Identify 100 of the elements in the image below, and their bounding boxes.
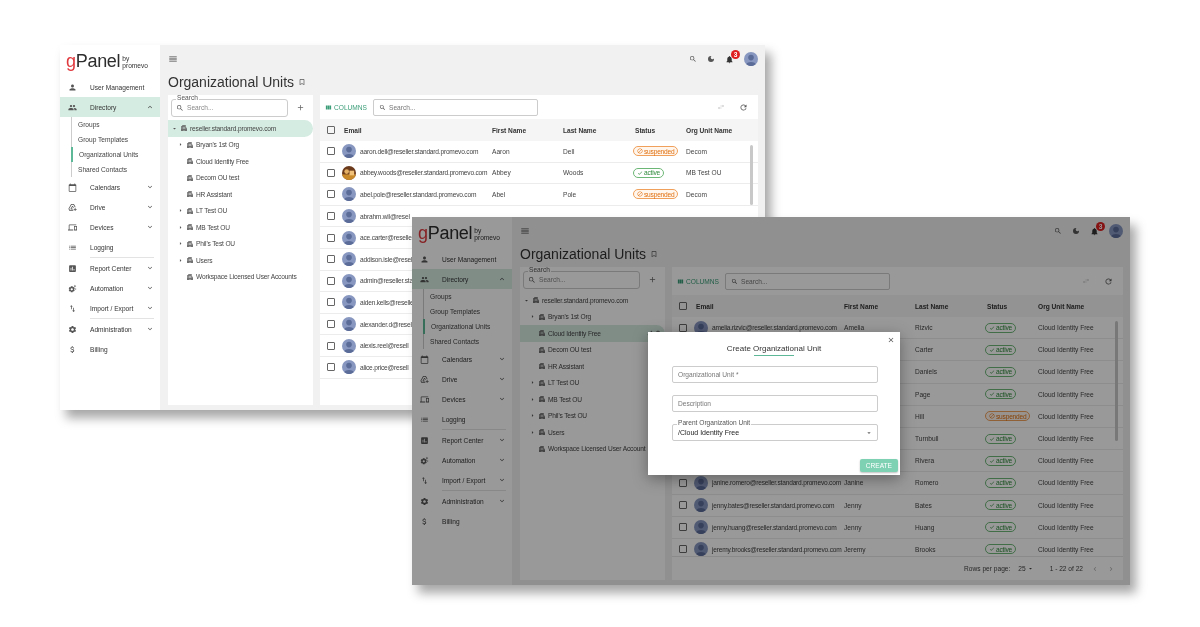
- people-icon: [68, 102, 77, 112]
- chevron-icon[interactable]: [146, 284, 154, 292]
- checkbox[interactable]: [327, 168, 335, 177]
- refresh-icon[interactable]: [739, 102, 748, 112]
- checkbox[interactable]: [679, 545, 687, 554]
- add-icon[interactable]: [296, 103, 305, 112]
- building-icon: [186, 256, 194, 265]
- chevron-icon[interactable]: [146, 264, 154, 272]
- checkbox[interactable]: [327, 320, 335, 329]
- building-icon: [538, 395, 546, 404]
- search-icon: [528, 275, 536, 284]
- building-icon: [186, 140, 194, 149]
- dialog-title: Create Organizational Unit: [726, 344, 823, 353]
- avatar: [744, 52, 758, 66]
- gear-icon: [68, 324, 77, 334]
- checkbox[interactable]: [327, 341, 335, 350]
- chevron-icon[interactable]: [498, 395, 506, 403]
- chevron-icon[interactable]: [146, 183, 154, 191]
- chevron-icon[interactable]: [498, 456, 506, 464]
- avatar: [1109, 224, 1123, 238]
- checkbox[interactable]: [679, 478, 687, 487]
- gear-icon: [420, 455, 429, 465]
- scrollbar[interactable]: [1115, 321, 1118, 441]
- chevron-icon[interactable]: [146, 223, 154, 231]
- checkbox[interactable]: [327, 276, 335, 285]
- checkbox[interactable]: [327, 190, 335, 199]
- chevron-icon[interactable]: [498, 476, 506, 484]
- building-icon: [538, 411, 546, 420]
- building-icon: [186, 206, 194, 215]
- person-icon: [68, 82, 77, 92]
- logo: gPanel: [66, 52, 121, 70]
- building-icon: [538, 378, 546, 387]
- building-icon: [186, 173, 194, 182]
- columns-icon: [325, 103, 332, 111]
- add-icon[interactable]: [648, 275, 657, 284]
- moon-icon[interactable]: [1072, 227, 1080, 235]
- building-icon: [186, 223, 194, 232]
- checkbox[interactable]: [327, 363, 335, 372]
- building-icon: [532, 296, 540, 305]
- search-icon[interactable]: [689, 55, 697, 63]
- calendar-icon: [68, 182, 77, 192]
- scrollbar[interactable]: [750, 145, 753, 205]
- building-icon: [538, 312, 546, 321]
- building-icon: [180, 124, 188, 133]
- chart-icon: [420, 435, 429, 445]
- search-icon: [379, 103, 386, 111]
- gear-icon: [68, 283, 77, 293]
- chevron-icon[interactable]: [498, 436, 506, 444]
- checkbox[interactable]: [327, 126, 335, 134]
- checkbox[interactable]: [327, 212, 335, 221]
- chevron-icon[interactable]: [498, 375, 506, 383]
- gear-icon: [420, 496, 429, 506]
- bell-icon[interactable]: [1090, 226, 1099, 236]
- chart-icon: [68, 263, 77, 273]
- checkbox[interactable]: [327, 147, 335, 156]
- drive-icon: [420, 374, 429, 384]
- chevron-icon[interactable]: [498, 355, 506, 363]
- dollar-icon: [68, 344, 77, 354]
- refresh-icon[interactable]: [1104, 276, 1113, 286]
- building-icon: [538, 428, 546, 437]
- arrows-icon: [68, 303, 77, 313]
- logo: gPanel: [418, 224, 473, 242]
- checkbox[interactable]: [327, 255, 335, 264]
- close-button[interactable]: [887, 336, 895, 344]
- building-icon: [538, 345, 546, 354]
- people-icon: [420, 274, 429, 284]
- page-title: Organizational Units: [168, 73, 295, 90]
- columns-icon: [677, 277, 684, 285]
- devices-icon: [420, 394, 429, 404]
- person-icon: [420, 254, 429, 264]
- page-title: Organizational Units: [520, 245, 647, 262]
- devices-icon: [68, 222, 77, 232]
- building-icon: [186, 272, 194, 281]
- checkbox[interactable]: [327, 233, 335, 242]
- search-icon[interactable]: [1054, 227, 1062, 235]
- moon-icon[interactable]: [707, 55, 715, 63]
- bell-icon[interactable]: [725, 54, 734, 64]
- building-icon: [538, 329, 546, 338]
- building-icon: [186, 190, 194, 199]
- chevron-icon[interactable]: [498, 497, 506, 505]
- chevron-icon[interactable]: [146, 325, 154, 333]
- arrows-icon: [420, 475, 429, 485]
- checkbox[interactable]: [327, 298, 335, 307]
- chevron-icon[interactable]: [146, 304, 154, 312]
- chevron-icon[interactable]: [498, 275, 506, 283]
- search-icon: [731, 277, 738, 285]
- checkbox[interactable]: [679, 523, 687, 532]
- building-icon: [186, 157, 194, 166]
- bookmark-icon[interactable]: [650, 249, 659, 258]
- chevron-icon[interactable]: [146, 203, 154, 211]
- checkbox[interactable]: [679, 501, 687, 510]
- building-icon: [538, 362, 546, 371]
- bookmark-icon[interactable]: [298, 77, 307, 86]
- chevron-icon[interactable]: [146, 103, 154, 111]
- drive-icon: [68, 202, 77, 212]
- checkbox[interactable]: [679, 323, 687, 332]
- search-icon: [176, 103, 184, 112]
- dollar-icon: [420, 516, 429, 526]
- checkbox[interactable]: [679, 302, 687, 310]
- calendar-icon: [420, 354, 429, 364]
